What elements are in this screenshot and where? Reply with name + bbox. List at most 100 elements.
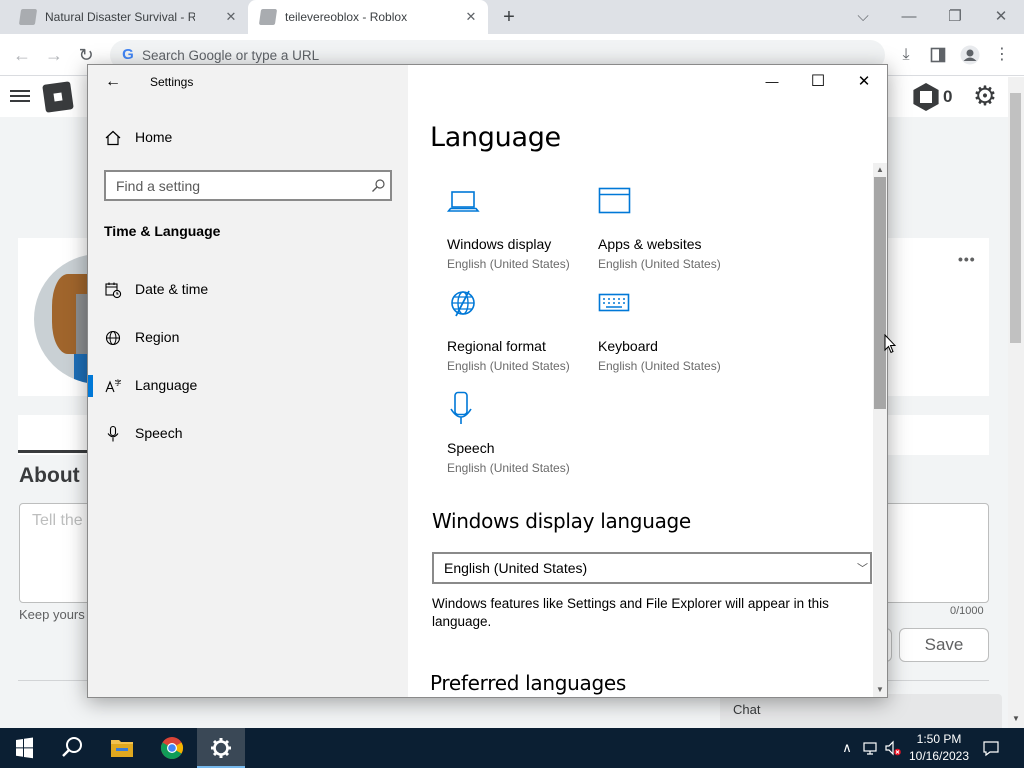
- tile-sublabel: English (United States): [447, 257, 570, 271]
- find-setting-search[interactable]: [104, 170, 392, 201]
- microphone-icon: [450, 391, 472, 424]
- robux-icon[interactable]: [913, 83, 939, 111]
- browser-minimize-button[interactable]: —: [897, 6, 921, 28]
- preferred-languages-heading: Preferred languages: [430, 671, 626, 695]
- mouse-cursor-icon: [884, 334, 896, 354]
- taskbar-search-button[interactable]: [48, 728, 96, 768]
- windows-taskbar: ∧ 1:50 PM 10/16/2023: [0, 728, 1024, 768]
- search-icon: [62, 737, 82, 757]
- address-input[interactable]: [142, 45, 842, 65]
- browser-close-button[interactable]: ✕: [989, 6, 1013, 28]
- hamburger-menu-icon[interactable]: [10, 87, 30, 105]
- globe-icon: [451, 290, 475, 317]
- chrome-icon: [161, 737, 183, 759]
- section-heading: Time & Language: [104, 223, 221, 239]
- network-icon[interactable]: [862, 738, 880, 758]
- keyboard-icon: [598, 293, 630, 312]
- window-icon: [598, 187, 631, 214]
- nav-item-label: Home: [135, 129, 173, 145]
- settings-maximize-button[interactable]: ☐: [801, 69, 835, 95]
- browser-menu-icon[interactable]: ⋮: [990, 43, 1014, 67]
- display-language-select[interactable]: English (United States) ﹀: [432, 552, 872, 584]
- tab-close-icon[interactable]: ✕: [222, 8, 240, 26]
- roblox-logo-icon[interactable]: [42, 81, 74, 113]
- tile-sublabel: English (United States): [598, 257, 721, 271]
- nav-item-home[interactable]: Home: [88, 118, 408, 158]
- nav-item-speech[interactable]: Speech: [88, 414, 408, 454]
- language-icon: 字: [105, 378, 122, 393]
- back-button[interactable]: ←: [10, 43, 34, 67]
- tile-apps-websites[interactable]: Apps & websites English (United States): [598, 187, 748, 277]
- tab-search-chevron-icon[interactable]: ⌵: [851, 6, 875, 28]
- calendar-clock-icon: [105, 282, 122, 299]
- tile-label: Regional format: [447, 338, 546, 354]
- laptop-icon: [447, 191, 480, 212]
- scroll-down-arrow-icon[interactable]: ▼: [873, 683, 887, 697]
- tile-windows-display[interactable]: Windows display English (United States): [447, 187, 597, 277]
- action-center-icon[interactable]: [982, 738, 1000, 758]
- folder-icon: [111, 740, 133, 757]
- settings-gear-icon[interactable]: ⚙: [970, 81, 1000, 111]
- scroll-up-arrow-icon[interactable]: ▲: [873, 163, 887, 177]
- svg-text:字: 字: [115, 378, 122, 387]
- taskbar-clock-date[interactable]: 10/16/2023: [903, 749, 975, 763]
- tile-speech[interactable]: Speech English (United States): [447, 391, 597, 481]
- tile-sublabel: English (United States): [447, 359, 570, 373]
- tab-title: teilevereoblox - Roblox: [285, 10, 408, 24]
- start-button[interactable]: [0, 728, 48, 768]
- search-input[interactable]: [116, 177, 356, 195]
- scroll-down-arrow-icon[interactable]: ▼: [1008, 712, 1024, 726]
- forward-button[interactable]: →: [42, 43, 66, 67]
- tile-regional-format[interactable]: Regional format English (United States): [447, 289, 597, 379]
- tab-close-icon[interactable]: ✕: [462, 8, 480, 26]
- settings-taskbar-button[interactable]: [197, 728, 245, 768]
- download-icon[interactable]: ⤓: [894, 43, 918, 67]
- chrome-taskbar-button[interactable]: [148, 728, 196, 768]
- browser-tab-natural-disaster[interactable]: Natural Disaster Survival - Roblox ✕: [8, 0, 248, 34]
- about-heading: About: [19, 464, 80, 487]
- browser-tab-strip: Natural Disaster Survival - Roblox ✕ tei…: [0, 0, 1024, 34]
- volume-muted-icon[interactable]: [884, 738, 902, 758]
- profile-icon[interactable]: [958, 43, 982, 67]
- settings-back-button[interactable]: ←: [102, 71, 124, 93]
- windows-logo-icon: [16, 737, 33, 759]
- settings-minimize-button[interactable]: —: [755, 69, 789, 95]
- robux-balance: 0: [943, 87, 953, 106]
- browser-tab-profile[interactable]: teilevereoblox - Roblox ✕: [248, 0, 488, 34]
- tab-title: Natural Disaster Survival - Roblox: [45, 10, 195, 24]
- more-options-icon[interactable]: •••: [958, 251, 976, 267]
- microphone-icon: [107, 425, 119, 442]
- gear-icon: [211, 738, 231, 758]
- content-scrollbar-thumb[interactable]: [874, 177, 886, 409]
- page-title: Language: [430, 122, 561, 153]
- google-icon: G: [122, 46, 134, 63]
- taskbar-clock-time[interactable]: 1:50 PM: [903, 732, 975, 746]
- search-icon[interactable]: [370, 178, 386, 194]
- nav-item-label: Language: [135, 377, 198, 393]
- nav-item-label: Speech: [135, 425, 183, 441]
- tile-label: Apps & websites: [598, 236, 702, 252]
- nav-item-region[interactable]: Region: [88, 318, 408, 358]
- select-value: English (United States): [444, 560, 588, 576]
- tile-keyboard[interactable]: Keyboard English (United States): [598, 289, 748, 379]
- new-tab-button[interactable]: +: [498, 6, 520, 28]
- page-scrollbar-thumb[interactable]: [1010, 93, 1021, 343]
- file-explorer-button[interactable]: [98, 728, 146, 768]
- nav-item-language[interactable]: 字 Language: [88, 366, 408, 406]
- chat-label: Chat: [733, 702, 761, 717]
- browser-restore-button[interactable]: ❐: [943, 6, 967, 28]
- roblox-favicon-icon: [18, 9, 38, 25]
- settings-close-button[interactable]: ✕: [847, 69, 881, 95]
- tile-label: Windows display: [447, 236, 552, 252]
- settings-window: ← Settings Home Time & Language Date & t…: [87, 64, 888, 698]
- side-panel-icon[interactable]: [926, 43, 950, 67]
- nav-item-date-time[interactable]: Date & time: [88, 270, 408, 310]
- save-button[interactable]: Save: [899, 628, 989, 662]
- home-icon: [105, 130, 121, 146]
- chat-bar[interactable]: Chat: [720, 694, 1002, 728]
- tile-label: Speech: [447, 440, 495, 456]
- about-placeholder: Tell the: [32, 512, 83, 529]
- display-language-heading: Windows display language: [432, 509, 691, 533]
- show-hidden-icons-chevron-icon[interactable]: ∧: [838, 738, 856, 758]
- tile-sublabel: English (United States): [598, 359, 721, 373]
